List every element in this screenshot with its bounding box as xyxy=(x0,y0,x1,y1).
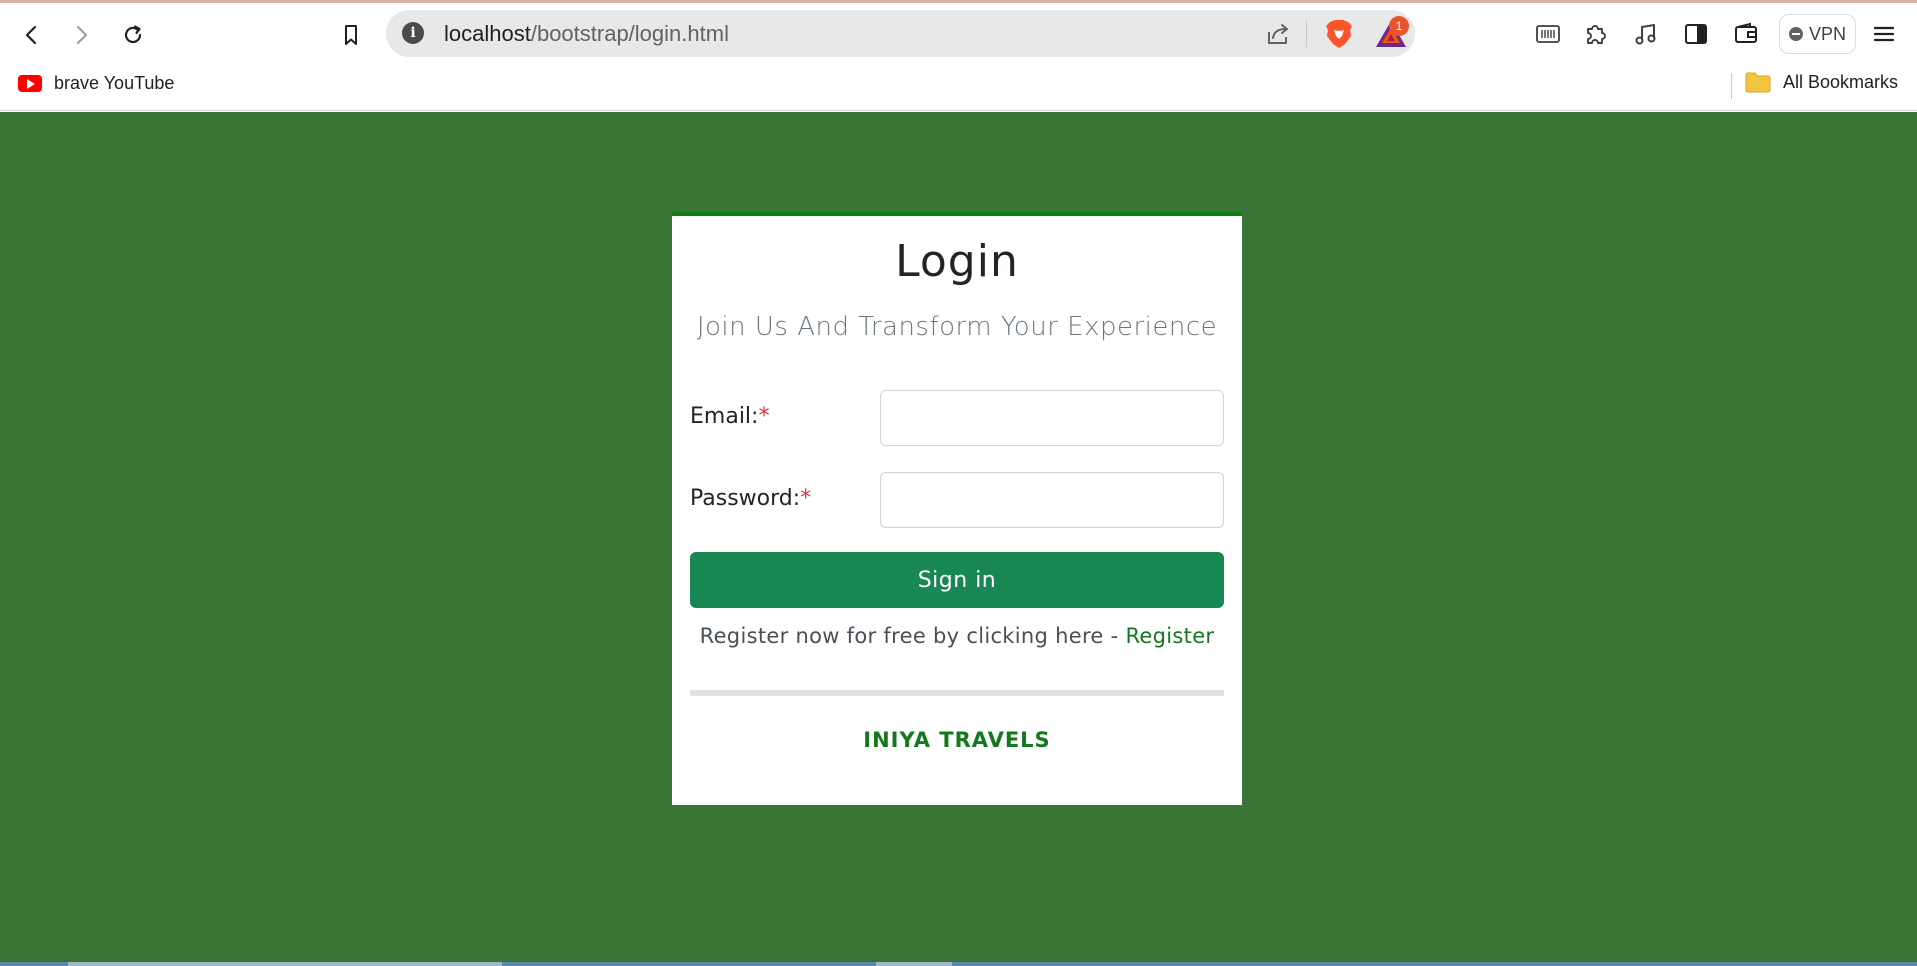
media-button[interactable] xyxy=(1533,19,1563,49)
hamburger-menu-icon xyxy=(1873,26,1895,42)
wallet-icon xyxy=(1735,22,1757,43)
forward-arrow-icon xyxy=(76,25,88,45)
card-divider xyxy=(690,690,1224,696)
password-required-mark: * xyxy=(800,486,812,511)
bookmark-label: brave YouTube xyxy=(54,73,175,93)
vpn-button[interactable]: VPN xyxy=(1779,14,1856,54)
brand-name: INIYA TRAVELS xyxy=(863,728,1051,752)
taskbar-edge-segment xyxy=(68,962,502,966)
bookmark-brave-youtube[interactable]: brave YouTube xyxy=(18,73,174,94)
login-card: Login Join Us And Transform Your Experie… xyxy=(672,212,1242,805)
site-info-icon[interactable]: i xyxy=(402,22,424,44)
bookmarks-separator xyxy=(1731,73,1732,99)
email-label: Email:* xyxy=(690,404,769,429)
bookmark-icon xyxy=(345,25,357,45)
all-bookmarks-button[interactable]: All Bookmarks xyxy=(1745,71,1898,93)
vpn-status-icon xyxy=(1788,27,1803,41)
sidebar-toggle-button[interactable] xyxy=(1681,19,1711,49)
bookmark-page-button[interactable] xyxy=(333,17,369,53)
password-input[interactable] xyxy=(880,472,1224,528)
rewards-badge: 1 xyxy=(1389,16,1409,36)
music-button[interactable] xyxy=(1631,19,1661,49)
address-url[interactable]: localhost/bootstrap/login.html xyxy=(444,21,729,47)
url-path: /bootstrap/login.html xyxy=(530,21,729,46)
login-title: Login xyxy=(895,236,1019,287)
vpn-label: VPN xyxy=(1808,23,1846,44)
email-input[interactable] xyxy=(880,390,1224,446)
folder-icon xyxy=(1745,72,1771,93)
register-prompt-text: Register now for free by clicking here - xyxy=(699,624,1126,648)
taskbar-edge-segment xyxy=(876,962,952,966)
sidebar-icon xyxy=(1685,24,1707,44)
back-button[interactable] xyxy=(14,17,50,53)
page-background: Login Join Us And Transform Your Experie… xyxy=(0,112,1917,966)
youtube-icon xyxy=(18,75,42,92)
back-arrow-icon xyxy=(25,25,37,45)
address-bar[interactable]: i localhost/bootstrap/login.html 1 xyxy=(386,10,1415,57)
browser-toolbar: i localhost/bootstrap/login.html 1 VPN xyxy=(0,3,1917,63)
taskbar-edge xyxy=(0,962,1917,966)
login-subtitle: Join Us And Transform Your Experience xyxy=(696,312,1218,342)
password-label-text: Password: xyxy=(690,486,801,511)
password-label: Password:* xyxy=(690,486,811,511)
forward-button[interactable] xyxy=(63,17,99,53)
music-note-icon xyxy=(1635,24,1656,45)
extensions-button[interactable] xyxy=(1581,19,1611,49)
bookmarks-bar: brave YouTube All Bookmarks xyxy=(0,63,1917,111)
register-prompt: Register now for free by clicking here -… xyxy=(672,624,1242,648)
share-icon[interactable] xyxy=(1264,20,1292,48)
url-host: localhost xyxy=(444,21,531,46)
all-bookmarks-label: All Bookmarks xyxy=(1783,71,1899,92)
address-bar-separator xyxy=(1306,20,1307,47)
email-label-text: Email: xyxy=(690,404,759,429)
barcode-icon xyxy=(1536,25,1560,43)
brave-shields-icon[interactable] xyxy=(1324,18,1354,50)
main-menu-button[interactable] xyxy=(1869,19,1899,49)
reload-icon xyxy=(124,25,142,44)
email-required-mark: * xyxy=(758,404,770,429)
register-link[interactable]: Register xyxy=(1125,624,1214,648)
puzzle-icon xyxy=(1587,25,1606,44)
reload-button[interactable] xyxy=(115,17,151,53)
wallet-button[interactable] xyxy=(1731,19,1761,49)
sign-in-button[interactable]: Sign in xyxy=(690,552,1224,608)
